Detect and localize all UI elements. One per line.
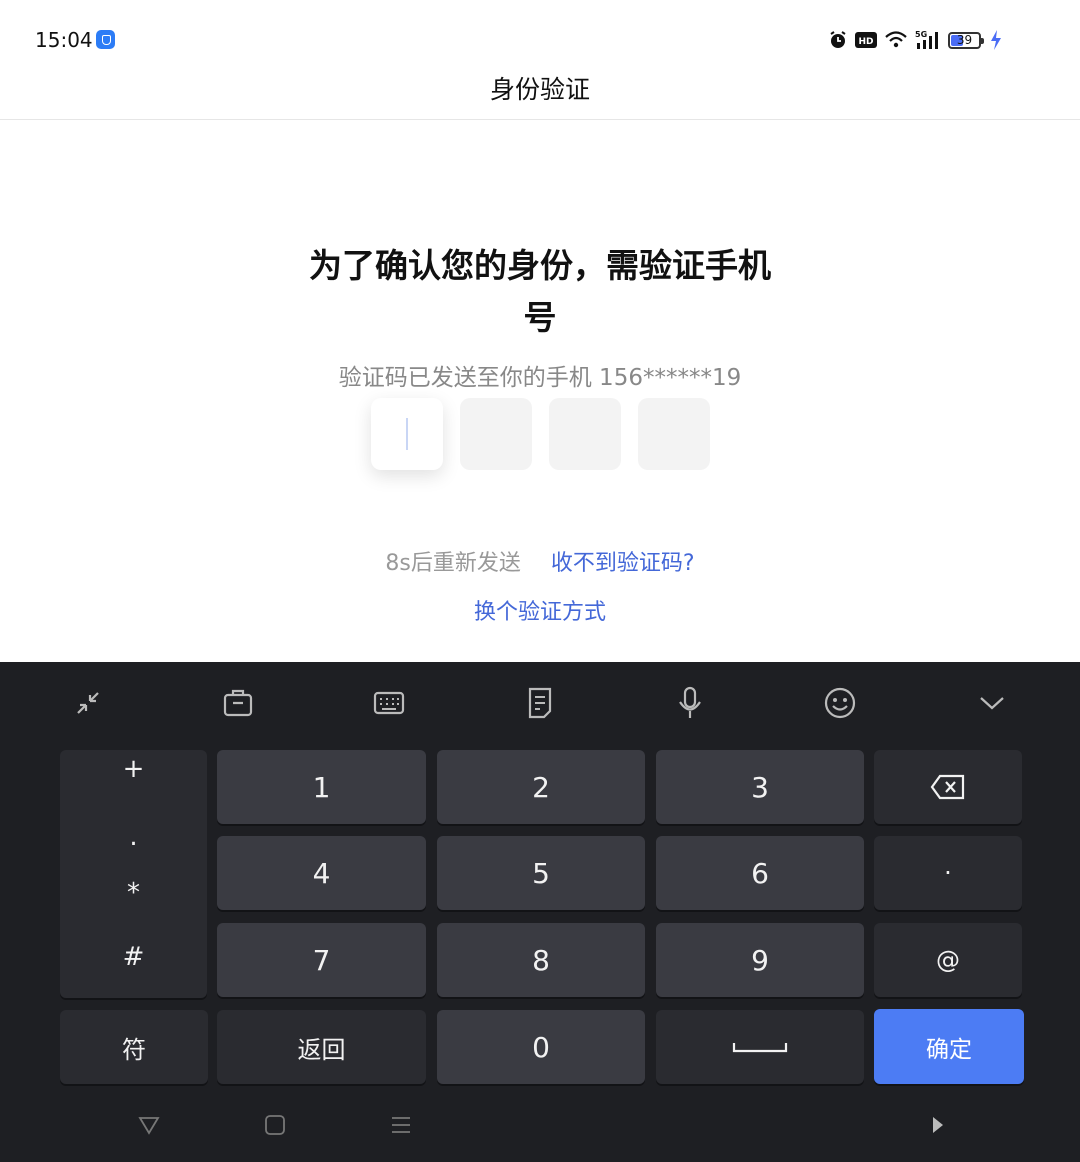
title-bar: 身份验证: [0, 60, 1080, 120]
page-title: 身份验证: [489, 75, 590, 104]
key-3[interactable]: 3: [656, 750, 864, 824]
headline: 为了确认您的身份，需验证手机号: [309, 246, 771, 337]
status-icons: HD 5G 39: [828, 27, 1002, 53]
battery-level: 39: [956, 32, 973, 47]
key-8[interactable]: 8: [437, 923, 645, 997]
key-9[interactable]: 9: [656, 923, 864, 997]
svg-text:5G: 5G: [915, 30, 927, 39]
svg-text:HD: HD: [858, 37, 873, 47]
confirm-button[interactable]: 确定: [874, 1009, 1024, 1084]
at-key[interactable]: @: [874, 923, 1022, 997]
microphone-icon[interactable]: [672, 685, 708, 721]
hide-keyboard-icon[interactable]: [974, 685, 1010, 721]
verification-code-input[interactable]: [371, 398, 710, 470]
resend-row: 8s后重新发送 收不到验证码?: [0, 545, 1080, 577]
backspace-icon: [930, 774, 965, 800]
symbol-key[interactable]: 符: [60, 1010, 208, 1084]
keyboard-toolbar: [0, 662, 1080, 744]
code-digit-box[interactable]: [460, 398, 532, 470]
text-caret: [406, 418, 408, 450]
numeric-keyboard: + . * # 1 2 3 4 5 6 · 7 8 9 @ 符 返回 0 确定: [0, 662, 1080, 1162]
space-key[interactable]: [656, 1010, 864, 1084]
back-key[interactable]: 返回: [217, 1010, 426, 1084]
key-7[interactable]: 7: [217, 923, 426, 997]
charging-icon: [991, 30, 1001, 50]
wifi-icon: [885, 31, 907, 48]
resend-timer: 8s后重新发送: [385, 551, 521, 576]
alarm-icon: [830, 31, 846, 48]
signal-5g-icon: 5G: [915, 30, 938, 49]
back-triangle-icon[interactable]: [138, 1114, 160, 1136]
recents-menu-icon[interactable]: [390, 1114, 412, 1136]
keyboard-icon[interactable]: [371, 685, 407, 721]
key-0[interactable]: 0: [437, 1010, 645, 1084]
status-time: 15:04: [35, 28, 93, 52]
clipboard-icon[interactable]: [220, 685, 256, 721]
dot-key[interactable]: ·: [874, 836, 1022, 910]
plus-key[interactable]: +: [60, 754, 207, 784]
asterisk-key[interactable]: *: [60, 878, 207, 908]
play-icon[interactable]: [930, 1114, 946, 1136]
key-6[interactable]: 6: [656, 836, 864, 910]
emoji-icon[interactable]: [822, 685, 858, 721]
no-code-link[interactable]: 收不到验证码?: [551, 551, 695, 576]
key-1[interactable]: 1: [217, 750, 426, 824]
switch-method-link[interactable]: 换个验证方式: [0, 594, 1080, 626]
code-digit-box[interactable]: [371, 398, 443, 470]
space-icon: [732, 1043, 788, 1053]
hd-icon: HD: [855, 32, 877, 48]
hash-key[interactable]: #: [60, 942, 207, 972]
key-5[interactable]: 5: [437, 836, 645, 910]
home-square-icon[interactable]: [264, 1114, 286, 1136]
key-2[interactable]: 2: [437, 750, 645, 824]
sent-to-phone-text: 验证码已发送至你的手机 156******19: [338, 365, 742, 391]
shield-app-icon: [96, 30, 115, 49]
backspace-button[interactable]: [874, 750, 1022, 824]
battery-icon: 39: [948, 31, 984, 49]
period-key[interactable]: .: [60, 822, 207, 852]
code-digit-box[interactable]: [549, 398, 621, 470]
notes-icon[interactable]: [522, 685, 558, 721]
code-digit-box[interactable]: [638, 398, 710, 470]
collapse-icon[interactable]: [70, 685, 106, 721]
key-4[interactable]: 4: [217, 836, 426, 910]
navigation-bar: [0, 1092, 1080, 1162]
symbol-column: + . * #: [60, 750, 207, 998]
